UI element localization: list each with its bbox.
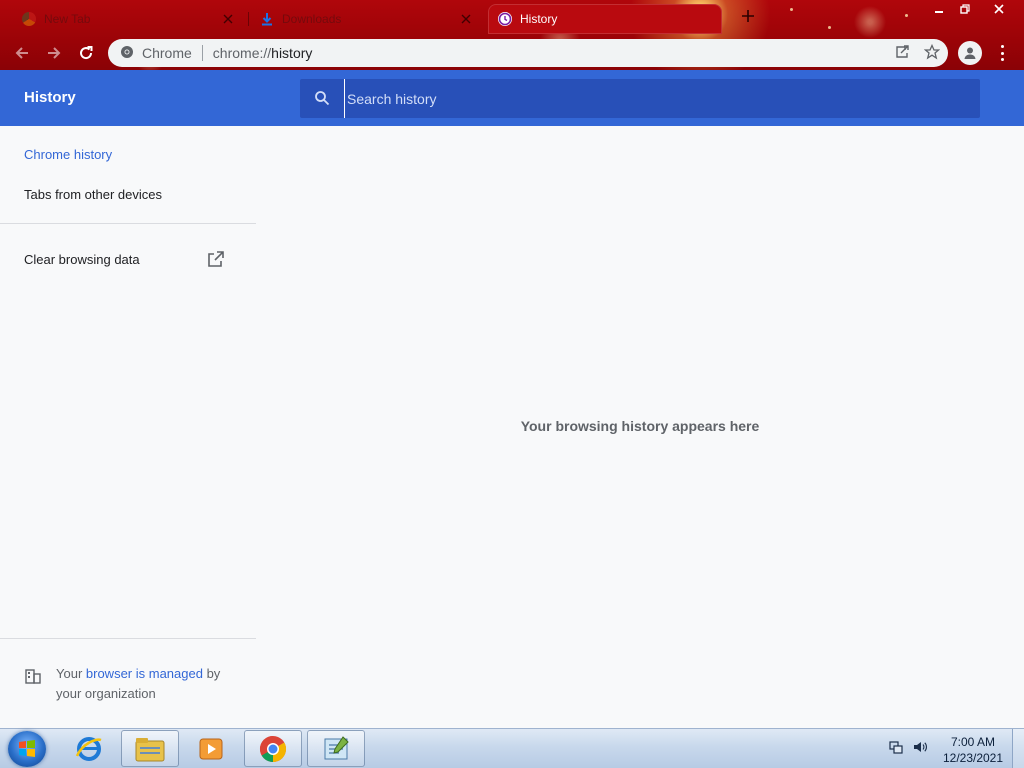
close-icon[interactable] bbox=[220, 11, 236, 27]
chrome-secure-icon bbox=[120, 45, 134, 62]
network-icon[interactable] bbox=[888, 739, 904, 760]
search-input[interactable] bbox=[344, 79, 964, 118]
share-icon[interactable] bbox=[894, 44, 910, 63]
sidebar-divider bbox=[0, 223, 256, 224]
tab-title: New Tab bbox=[44, 12, 91, 26]
tab-title: History bbox=[520, 12, 558, 26]
taskbar-clock[interactable]: 7:00 AM 12/23/2021 bbox=[940, 734, 1006, 766]
url-path: history bbox=[271, 45, 313, 61]
sidebar-item-tabs-from-other-devices[interactable]: Tabs from other devices bbox=[24, 187, 162, 202]
notepad-icon[interactable] bbox=[307, 730, 365, 767]
search-box[interactable] bbox=[300, 79, 980, 118]
profile-avatar-icon[interactable] bbox=[958, 41, 982, 65]
system-tray bbox=[888, 739, 928, 760]
tab-title: Downloads bbox=[282, 12, 342, 26]
window-close-icon[interactable] bbox=[986, 0, 1012, 18]
volume-icon[interactable] bbox=[912, 739, 928, 760]
chrome-favicon-icon bbox=[22, 12, 36, 26]
restore-icon[interactable] bbox=[952, 0, 978, 18]
taskbar: 7:00 AM 12/23/2021 bbox=[0, 728, 1024, 768]
clock-time: 7:00 AM bbox=[950, 735, 996, 749]
file-explorer-icon[interactable] bbox=[121, 730, 179, 767]
open-in-new-icon[interactable] bbox=[207, 250, 225, 268]
forward-arrow-icon[interactable] bbox=[42, 41, 66, 65]
search-icon bbox=[314, 90, 330, 106]
tab-downloads[interactable]: Downloads bbox=[250, 4, 484, 34]
empty-history-message: Your browsing history appears here bbox=[520, 418, 760, 434]
sidebar: Chrome history Tabs from other devices C… bbox=[0, 126, 256, 728]
history-favicon-icon bbox=[498, 12, 512, 26]
internet-explorer-icon[interactable] bbox=[60, 730, 118, 767]
browser-frame: New Tab Downloads History Chrome chrome:… bbox=[0, 0, 1024, 70]
download-favicon-icon bbox=[260, 12, 274, 26]
clock-date: 12/23/2021 bbox=[942, 751, 1004, 765]
back-arrow-icon[interactable] bbox=[10, 41, 34, 65]
sidebar-item-chrome-history[interactable]: Chrome history bbox=[24, 147, 112, 162]
chrome-icon[interactable] bbox=[244, 730, 302, 767]
tab-history[interactable]: History bbox=[488, 4, 722, 34]
reload-icon[interactable] bbox=[74, 41, 98, 65]
show-desktop-button[interactable] bbox=[1012, 729, 1024, 768]
managed-text: Your bbox=[56, 666, 86, 681]
history-page: History Chrome history Tabs from other d… bbox=[0, 70, 1024, 728]
windows-start-button[interactable] bbox=[8, 731, 46, 767]
managed-notice: Your browser is managed by your organizat… bbox=[56, 664, 246, 704]
media-player-icon[interactable] bbox=[182, 730, 240, 767]
minimize-icon[interactable] bbox=[926, 0, 952, 18]
clear-browsing-data-link[interactable]: Clear browsing data bbox=[24, 252, 140, 267]
browser-toolbar: Chrome chrome:// history bbox=[0, 36, 1024, 70]
close-icon[interactable] bbox=[458, 11, 474, 27]
page-title: History bbox=[24, 89, 76, 106]
bookmark-star-icon[interactable] bbox=[923, 43, 941, 63]
url-prefix: chrome:// bbox=[212, 45, 272, 61]
kebab-menu-icon[interactable] bbox=[994, 43, 1010, 63]
address-bar[interactable]: Chrome chrome:// history bbox=[108, 39, 948, 67]
page-header: History bbox=[0, 70, 1024, 126]
site-label: Chrome bbox=[142, 45, 192, 61]
sidebar-divider bbox=[0, 638, 256, 639]
managed-text: by bbox=[202, 666, 221, 681]
managed-building-icon bbox=[24, 667, 42, 685]
new-tab-plus-icon[interactable] bbox=[738, 8, 758, 28]
tab-new-tab[interactable]: New Tab bbox=[12, 4, 246, 34]
managed-text: your organization bbox=[56, 686, 156, 701]
browser-managed-link[interactable]: browser is managed bbox=[86, 666, 203, 681]
